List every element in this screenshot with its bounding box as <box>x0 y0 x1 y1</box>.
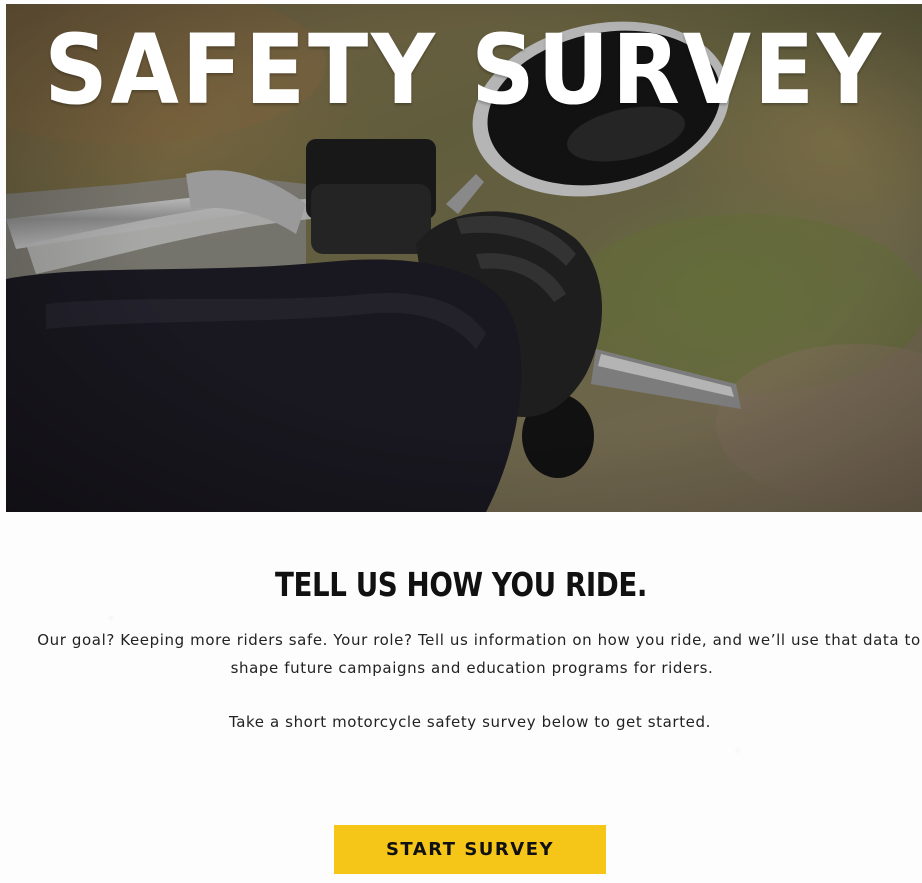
intro-line-2: shape future campaigns and education pro… <box>230 659 714 677</box>
survey-landing-page: SAFETY SURVEY TELL US HOW YOU RIDE. Our … <box>0 0 922 883</box>
intro-line-1: Our goal? Keeping more riders safe. Your… <box>37 631 921 649</box>
hero-banner: SAFETY SURVEY <box>6 4 922 512</box>
hero-title: SAFETY SURVEY <box>44 14 884 126</box>
section-headline: TELL US HOW YOU RIDE. <box>274 565 648 604</box>
intro-paragraph: Our goal? Keeping more riders safe. Your… <box>14 626 922 682</box>
cta-text: Take a short motorcycle safety survey be… <box>228 713 711 731</box>
start-survey-button[interactable]: START SURVEY <box>334 825 606 874</box>
